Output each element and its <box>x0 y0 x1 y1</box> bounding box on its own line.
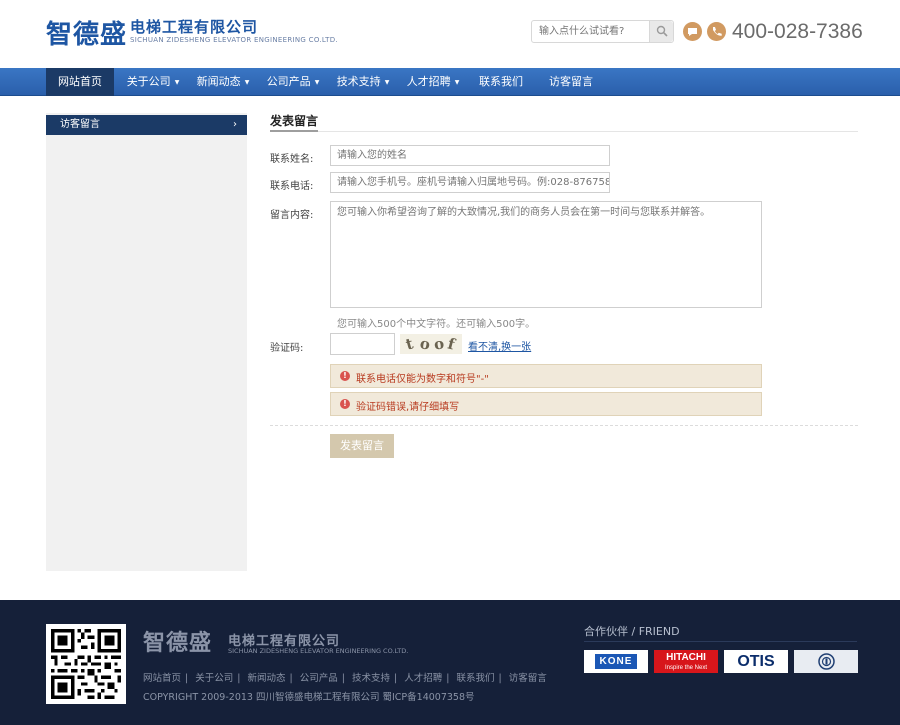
footer-link-support[interactable]: 技术支持 <box>352 673 390 684</box>
error-text: 验证码错误,请仔细填写 <box>356 402 460 413</box>
nav-label: 人才招聘 <box>406 75 451 88</box>
title-divider <box>270 131 858 132</box>
main-nav: 网站首页 关于公司 ▼ 新闻动态 ▼ 公司产品 ▼ 技术支持 ▼ 人才招聘 ▼ 联系我们 … <box>0 68 900 96</box>
chevron-right-icon: › <box>233 119 237 130</box>
footer-link-about[interactable]: 关于公司 <box>195 673 233 684</box>
captcha-image[interactable]: t o o f <box>400 334 462 354</box>
partners-title: 合作伙伴 / FRIEND <box>584 625 680 638</box>
footer-link-contact[interactable]: 联系我们 <box>457 673 495 684</box>
chevron-down-icon: ▼ <box>174 79 180 86</box>
nav-label: 新闻动态 <box>196 75 241 88</box>
logo-chinese-name: 智德盛 <box>46 20 128 50</box>
sidebar-item-label: 访客留言 <box>60 119 100 130</box>
phone-label: 联系电话: <box>270 181 314 192</box>
partner-logo-emblem[interactable] <box>794 650 858 673</box>
footer-logo-english: SICHUAN ZIDESHENG ELEVATOR ENGINEERING C… <box>228 647 409 655</box>
nav-item-jobs[interactable]: 人才招聘 ▼ <box>398 68 468 96</box>
separator: | <box>237 673 241 684</box>
captcha-char: o <box>432 334 446 354</box>
char-count-hint: 您可输入500个中文字符。还可输入500字。 <box>337 319 536 330</box>
partner-logo-hitachi[interactable]: HITACHI Inspire the Next <box>654 650 718 673</box>
sidebar: 访客留言 › <box>46 113 247 571</box>
captcha-field[interactable] <box>330 333 395 355</box>
chevron-down-icon: ▼ <box>384 79 390 86</box>
footer-link-jobs[interactable]: 人才招聘 <box>404 673 442 684</box>
form-title: 发表留言 <box>270 114 319 128</box>
captcha-label: 验证码: <box>270 343 304 354</box>
separator: | <box>289 673 293 684</box>
hotline-number: 400-028-7386 <box>732 20 863 43</box>
nav-label: 技术支持 <box>336 75 381 88</box>
nav-item-support[interactable]: 技术支持 ▼ <box>328 68 398 96</box>
phone-icon <box>707 22 726 41</box>
site-footer: 智德盛 电梯工程有限公司 SICHUAN ZIDESHENG ELEVATOR … <box>0 600 900 725</box>
form-divider <box>270 425 858 426</box>
separator: | <box>498 673 502 684</box>
captcha-char: f <box>445 334 457 354</box>
footer-nav: 网站首页 | 关于公司 | 新闻动态 | 公司产品 | 技术支持 | 人才招聘 | 联系我们… <box>143 670 547 684</box>
partner-logo-kone[interactable]: KONE <box>584 650 648 673</box>
partner-name: OTIS <box>737 653 775 670</box>
nav-item-contact[interactable]: 联系我们 <box>468 68 534 96</box>
chevron-down-icon: ▼ <box>244 79 250 86</box>
nav-label: 公司产品 <box>266 75 311 88</box>
captcha-char: o <box>418 334 432 354</box>
content-label: 留言内容: <box>270 210 314 221</box>
error-icon: ! <box>340 399 350 409</box>
partner-tagline: Inspire the Next <box>664 665 708 671</box>
footer-link-products[interactable]: 公司产品 <box>300 673 338 684</box>
nav-item-about[interactable]: 关于公司 ▼ <box>118 68 188 96</box>
content-textarea[interactable] <box>330 201 762 308</box>
search-icon <box>656 25 668 37</box>
chat-icon[interactable] <box>683 22 702 41</box>
error-text: 联系电话仅能为数字和符号"-" <box>356 374 489 385</box>
phone-field[interactable] <box>330 172 610 193</box>
separator: | <box>341 673 345 684</box>
captcha-char: t <box>403 334 416 354</box>
emblem-icon <box>817 653 835 670</box>
nav-item-products[interactable]: 公司产品 ▼ <box>258 68 328 96</box>
separator: | <box>446 673 450 684</box>
partner-name: KONE <box>594 654 638 669</box>
footer-link-home[interactable]: 网站首页 <box>143 673 181 684</box>
submit-button[interactable]: 发表留言 <box>330 434 394 458</box>
footer-link-guestbook[interactable]: 访客留言 <box>509 673 547 684</box>
site-header: 智德盛 电梯工程有限公司 SICHUAN ZIDESHENG ELEVATOR … <box>0 0 900 68</box>
qr-code-image <box>46 624 126 704</box>
nav-item-guestbook[interactable]: 访客留言 <box>538 68 604 96</box>
nav-item-news[interactable]: 新闻动态 ▼ <box>188 68 258 96</box>
copyright-text: COPYRIGHT 2009-2013 四川智德盛电梯工程有限公司 蜀ICP备1… <box>143 692 475 703</box>
error-icon: ! <box>340 371 350 381</box>
partner-name: HITACHI <box>666 652 706 663</box>
separator: | <box>394 673 398 684</box>
site-logo[interactable]: 智德盛 电梯工程有限公司 SICHUAN ZIDESHENG ELEVATOR … <box>46 14 346 50</box>
search-box <box>531 20 674 43</box>
separator: | <box>185 673 189 684</box>
refresh-captcha-link[interactable]: 看不清,换一张 <box>468 338 531 353</box>
chevron-down-icon: ▼ <box>314 79 320 86</box>
logo-company-name: 电梯工程有限公司 <box>130 18 259 36</box>
nav-label: 关于公司 <box>126 75 171 88</box>
nav-label: 访客留言 <box>549 75 593 88</box>
nav-label: 联系我们 <box>479 75 523 88</box>
partner-logo-otis[interactable]: OTIS <box>724 650 788 673</box>
search-input[interactable] <box>532 21 650 42</box>
footer-link-news[interactable]: 新闻动态 <box>248 673 286 684</box>
search-button[interactable] <box>649 21 673 42</box>
footer-logo-chinese: 智德盛 <box>143 630 213 656</box>
captcha-error-message: ! 验证码错误,请仔细填写 <box>330 392 762 416</box>
logo-english-name: SICHUAN ZIDESHENG ELEVATOR ENGINEERING C… <box>130 36 338 44</box>
name-field[interactable] <box>330 145 610 166</box>
name-label: 联系姓名: <box>270 154 314 165</box>
phone-error-message: ! 联系电话仅能为数字和符号"-" <box>330 364 762 388</box>
title-underline <box>270 130 318 132</box>
nav-label: 网站首页 <box>58 75 102 88</box>
sidebar-item-guestbook[interactable]: 访客留言 › <box>46 115 247 135</box>
chevron-down-icon: ▼ <box>454 79 460 86</box>
partners-divider <box>584 641 857 642</box>
nav-item-home[interactable]: 网站首页 <box>46 68 114 96</box>
